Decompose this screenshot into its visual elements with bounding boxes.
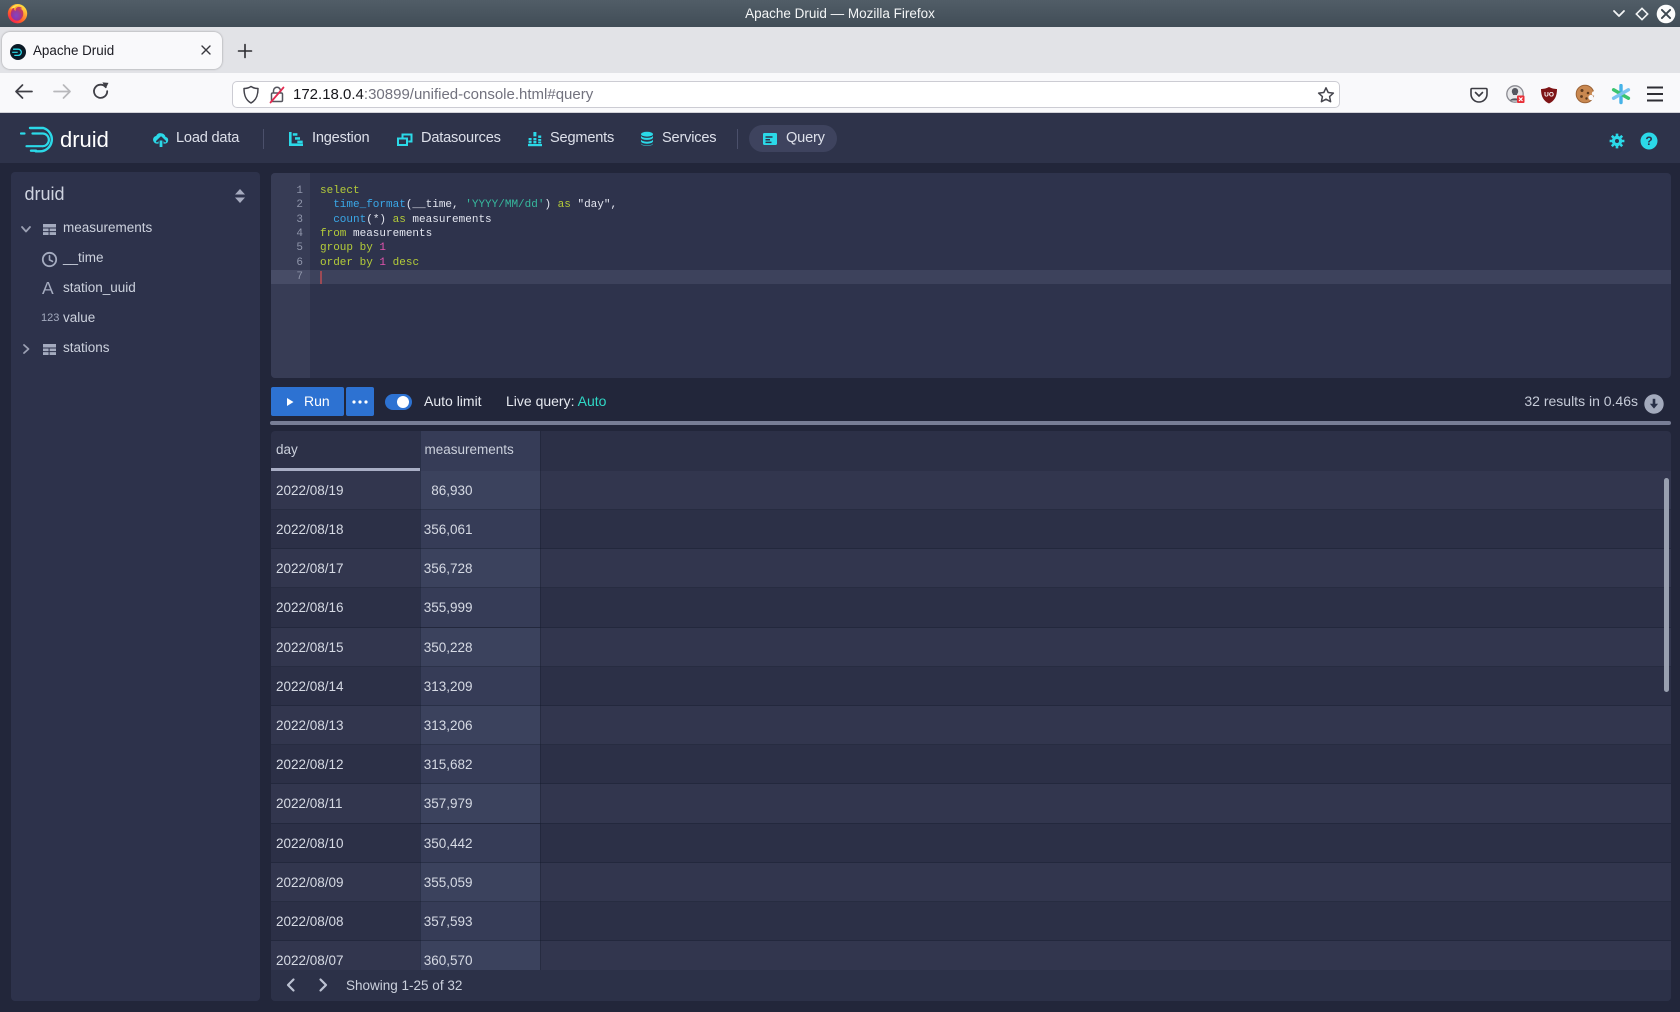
svg-text:UO: UO [1544,92,1554,99]
svg-text:druid: druid [60,127,109,152]
svg-text:?: ? [1645,134,1652,148]
